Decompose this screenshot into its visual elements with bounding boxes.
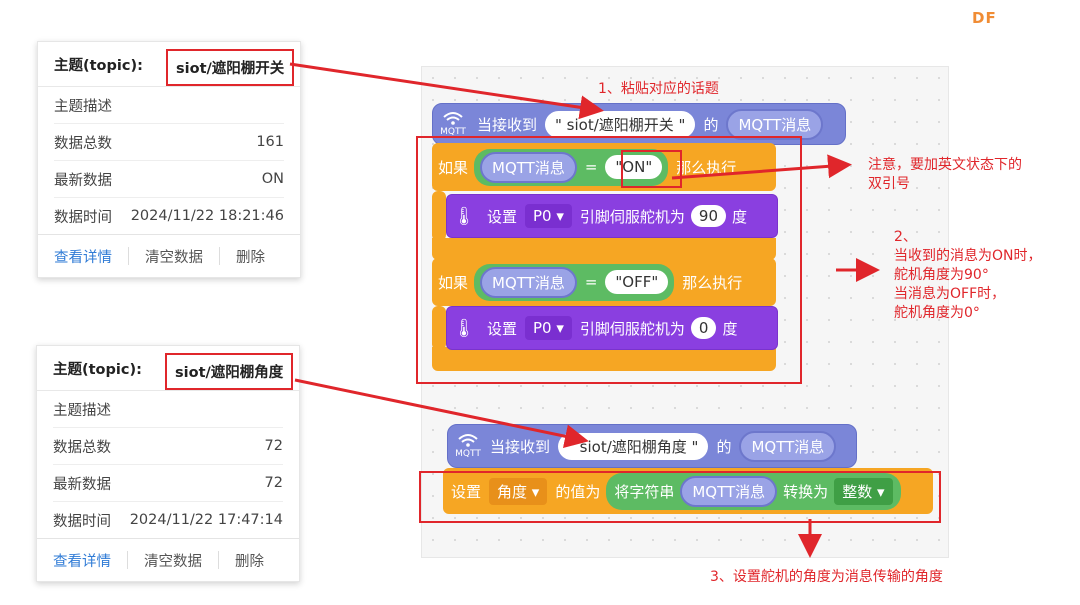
arrow-quote [671,154,852,180]
arrow-topic-1 [289,62,604,120]
annotation-arrows [289,62,880,558]
arrow-topic-2 [294,378,589,449]
